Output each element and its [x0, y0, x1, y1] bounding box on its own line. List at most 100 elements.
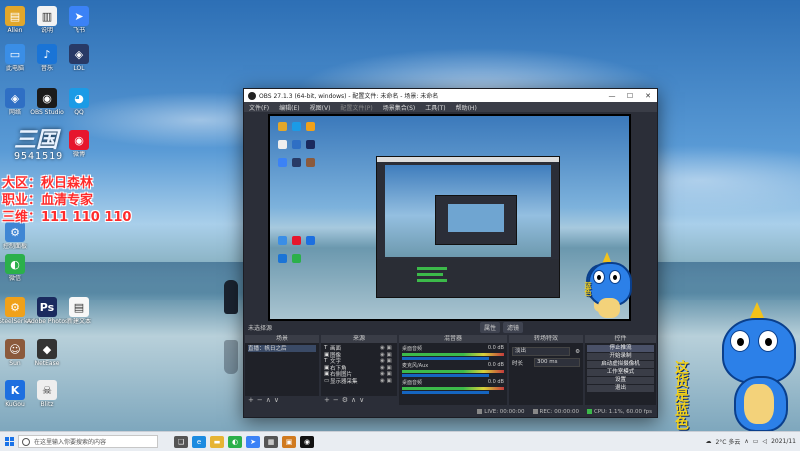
tray-expand-icon[interactable]: ∧: [744, 438, 748, 445]
app-taskbar-icon[interactable]: ▣: [282, 435, 296, 448]
obs-studio-icon: ◉: [37, 88, 57, 108]
mixer-track[interactable]: 桌面音频 0.0 dB: [402, 379, 504, 394]
wallpaper-runner-reflection: [224, 340, 238, 374]
mixer-track[interactable]: 麦克风/Aux 0.0 dB: [402, 362, 504, 377]
source-item[interactable]: ▭ 显示器采集 ◉ ▣: [324, 378, 394, 385]
menu-item-3[interactable]: 配置文件(P): [335, 103, 377, 112]
network-icon: ◈: [5, 88, 25, 108]
properties-button[interactable]: 属性: [479, 321, 500, 333]
control-button-3[interactable]: 工作室模式: [587, 369, 654, 376]
visibility-lock-icons[interactable]: ◉ ▣: [380, 371, 394, 377]
store-icon[interactable]: ▦: [264, 435, 278, 448]
control-panel-icon: ⚙: [5, 222, 25, 242]
menu-item-0[interactable]: 文件(F): [244, 103, 274, 112]
scene-item[interactable]: 直播：帆日之后: [248, 345, 316, 352]
shortcut-label: Blitz: [40, 401, 54, 408]
start-button[interactable]: [0, 432, 18, 451]
preview-desktop-icon: [278, 158, 287, 167]
transitions-dock: 转场特效 淡出 ⚙ 时长 300 ms: [509, 335, 583, 405]
game-app-shortcut[interactable]: ◈ LOL: [59, 44, 99, 72]
duration-input[interactable]: 300 ms: [534, 358, 580, 367]
taskbar-search-box[interactable]: 在这里输入你要搜索的内容: [18, 435, 158, 448]
volume-slider[interactable]: [402, 357, 489, 360]
photoshop-icon: Ps: [37, 297, 57, 317]
visibility-lock-icons[interactable]: ◉ ▣: [380, 345, 394, 351]
wallpaper-runner: [224, 280, 238, 314]
qq-shortcut[interactable]: ◕ QQ: [59, 88, 99, 116]
feishu-shortcut[interactable]: ➤ 飞书: [59, 6, 99, 34]
obs-title-bar[interactable]: OBS 27.1.3 (64-bit, windows) - 配置文件: 未命名…: [244, 89, 657, 102]
menu-item-1[interactable]: 编辑(E): [274, 103, 304, 112]
preview-desktop-capture: [270, 116, 629, 319]
transition-select[interactable]: 淡出: [512, 347, 570, 356]
control-button-4[interactable]: 设置: [587, 377, 654, 384]
volume-slider[interactable]: [402, 374, 489, 377]
preview-desktop-icon: [278, 140, 287, 149]
game-shortcut[interactable]: ◆ NetEase: [27, 339, 67, 367]
control-button-5[interactable]: 退出: [587, 385, 654, 392]
clock-date[interactable]: 2021/11: [771, 438, 796, 445]
large-mascot: [700, 300, 800, 431]
preview-desktop-icon: [278, 254, 287, 263]
cpu-status: CPU: 1.1%, 60.00 fps: [586, 408, 652, 415]
wechat-shortcut[interactable]: ◐ 微信: [0, 254, 35, 282]
transitions-dock-title: 转场特效: [509, 335, 583, 343]
volume-slider[interactable]: [402, 391, 489, 394]
text-file-icon: ▤: [69, 297, 89, 317]
track-db: 0.0 dB: [487, 379, 504, 385]
file-explorer-icon[interactable]: ▬: [210, 435, 224, 448]
sources-dock-footer[interactable]: +−⚙∧∨: [321, 396, 397, 405]
weibo-icon: ◉: [69, 130, 89, 150]
system-tray: ☁ 2°C 多云 ∧ ▭ ◁ 2021/11: [705, 437, 800, 446]
track-db: 0.0 dB: [487, 362, 504, 368]
filters-button[interactable]: 滤镜: [502, 321, 523, 333]
weibo-shortcut[interactable]: ◉ 微博: [59, 130, 99, 158]
visibility-lock-icons[interactable]: ◉ ▣: [380, 378, 394, 384]
weather-text[interactable]: 2°C 多云: [715, 437, 740, 446]
level-meter: [402, 387, 504, 390]
visibility-lock-icons[interactable]: ◉ ▣: [380, 352, 394, 358]
preview-desktop-icon: [292, 158, 301, 167]
obs-logo-icon: [248, 91, 256, 100]
source-name: 显示器采集: [330, 378, 358, 385]
weather-icon[interactable]: ☁: [705, 438, 711, 445]
kugou-icon: K: [5, 380, 25, 400]
close-icon[interactable]: ✕: [639, 92, 657, 100]
control-button-2[interactable]: 启动虚拟摄像机: [587, 361, 654, 368]
track-name: 桌面音频: [402, 380, 423, 386]
menu-item-2[interactable]: 视图(V): [305, 103, 336, 112]
menu-item-5[interactable]: 工具(T): [420, 103, 450, 112]
no-source-label: 未选择源: [248, 324, 273, 332]
obs-status-bar: LIVE: 00:00:00 REC: 00:00:00 CPU: 1.1%, …: [244, 406, 657, 417]
visibility-lock-icons[interactable]: ◉ ▣: [380, 358, 394, 364]
control-button-0[interactable]: 停止推流: [587, 345, 654, 352]
task-view-icon[interactable]: ❑: [174, 435, 188, 448]
menu-item-6[interactable]: 帮助(H): [451, 103, 482, 112]
mixer-track[interactable]: 桌面音频 0.0 dB: [402, 345, 504, 360]
maximize-icon[interactable]: ☐: [621, 92, 639, 100]
scenes-dock-footer[interactable]: +−∧∨: [245, 396, 319, 405]
control-button-1[interactable]: 开始录制: [587, 353, 654, 360]
skull-app-icon: ☠: [37, 380, 57, 400]
volume-icon[interactable]: ◁: [762, 438, 767, 445]
transition-add-icon[interactable]: ⚙: [575, 349, 580, 355]
overlay-line-stats: 三维：111 110 110: [2, 210, 132, 225]
menu-item-4[interactable]: 场景集合(S): [378, 103, 421, 112]
skull-app-shortcut[interactable]: ☠ Blitz: [27, 380, 67, 408]
control-panel-shortcut[interactable]: ⚙ 控制面板: [0, 222, 35, 250]
music-icon: ♪: [37, 44, 57, 64]
obs-taskbar-icon[interactable]: ◉: [300, 435, 314, 448]
wechat-taskbar-icon[interactable]: ◐: [228, 435, 242, 448]
obs-preview-canvas[interactable]: [268, 114, 631, 321]
desktop-wallpaper: ▤ Allen ▭ 此电脑 ◈ 网络 ⚙ 控制面板 ◐ 微信 ⚙ SteelSeries ☺ Sun K Ku…: [0, 0, 800, 431]
edge-icon[interactable]: e: [192, 435, 206, 448]
feishu-taskbar-icon[interactable]: ➤: [246, 435, 260, 448]
network-tray-icon[interactable]: ▭: [753, 438, 759, 445]
scenes-dock-title: 场景: [245, 335, 319, 343]
audio-mixer-dock: 混音器 桌面音频 0.0 dB 麦克风/Aux 0.0 dB 桌面音频 0.0 dB: [399, 335, 507, 405]
mixer-dock-title: 混音器: [399, 335, 507, 343]
visibility-lock-icons[interactable]: ◉ ▣: [380, 365, 394, 371]
text-file-shortcut[interactable]: ▤ 新建文本: [59, 297, 99, 325]
minimize-icon[interactable]: —: [603, 92, 621, 100]
small-mascot-caption: 蓝色: [584, 282, 592, 296]
